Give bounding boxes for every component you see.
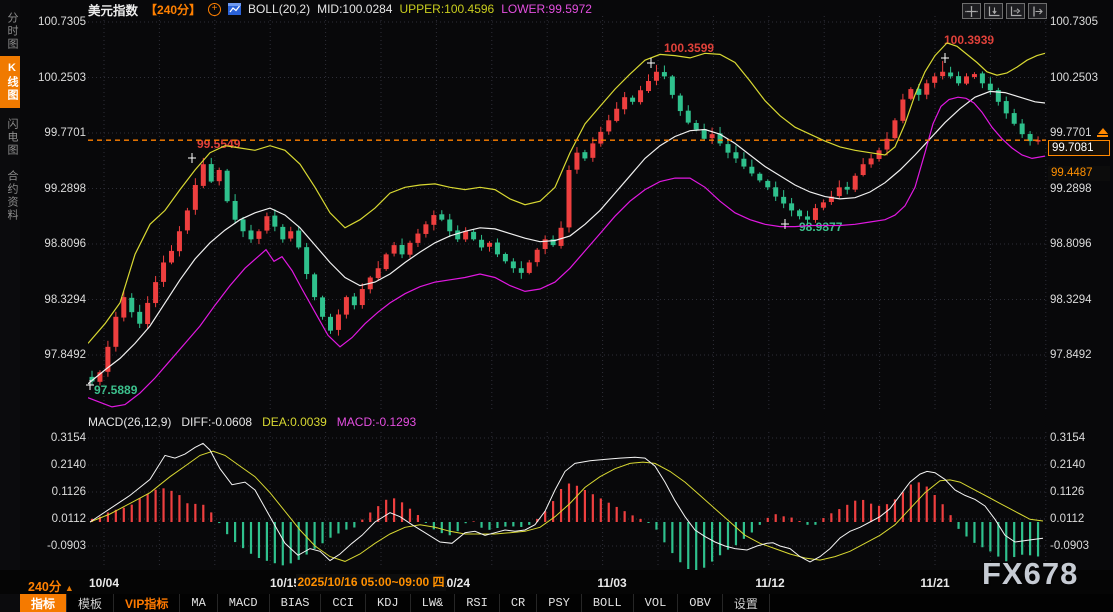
indicator-toolbar: 指标模板VIP指标MAMACDBIASCCIKDJLW&RSICRPSYBOLL… [20, 594, 1113, 612]
toolbar-item-cr[interactable]: CR [500, 594, 537, 612]
price-arrow-icon [1098, 128, 1108, 134]
toolbar-item-obv[interactable]: OBV [678, 594, 723, 612]
watermark: FX678 [982, 556, 1078, 592]
date-label: 11/21 [920, 576, 949, 590]
toolbar-item-ma[interactable]: MA [180, 594, 217, 612]
date-label: 11/12 [755, 576, 784, 590]
toolbar-item-rsi[interactable]: RSI [455, 594, 500, 612]
period-selector[interactable]: 240分 ▲ [28, 576, 74, 595]
toolbar-item-psy[interactable]: PSY [537, 594, 582, 612]
toolbar-item-cci[interactable]: CCI [321, 594, 366, 612]
toolbar-item-boll[interactable]: BOLL [582, 594, 634, 612]
current-price-tag: 99.7081 [1048, 140, 1110, 156]
toolbar-item-macd[interactable]: MACD [218, 594, 270, 612]
toolbar-item-templates[interactable]: 模板 [67, 594, 114, 612]
triangle-up-icon: ▲ [65, 583, 74, 593]
main-chart-canvas[interactable] [0, 0, 1113, 612]
toolbar-item-vol[interactable]: VOL [634, 594, 679, 612]
app-window: 分时图 K线图 闪电图 合约资料 美元指数 【240分】 + BOLL(20,2… [0, 0, 1113, 612]
toolbar-item-lwr[interactable]: LW& [411, 594, 456, 612]
toolbar-item-bias[interactable]: BIAS [270, 594, 322, 612]
secondary-price-tag: 99.4487 [1048, 166, 1110, 181]
toolbar-item-indicators[interactable]: 指标 [20, 594, 67, 612]
candles-layer [90, 61, 1041, 386]
date-label: 10/04 [89, 576, 119, 590]
extreme-markers [86, 53, 949, 390]
toolbar-item-settings[interactable]: 设置 [723, 594, 770, 612]
grid-layer [88, 16, 1046, 568]
toolbar-item-vip-indicators[interactable]: VIP指标 [114, 594, 180, 612]
macd-layer [90, 443, 1043, 572]
toolbar-item-kdj[interactable]: KDJ [366, 594, 411, 612]
bar-tooltip: 2025/10/16 05:00~09:00 四 [296, 574, 446, 591]
date-label: 11/03 [597, 576, 626, 590]
price-arrow-underline [1097, 135, 1108, 137]
